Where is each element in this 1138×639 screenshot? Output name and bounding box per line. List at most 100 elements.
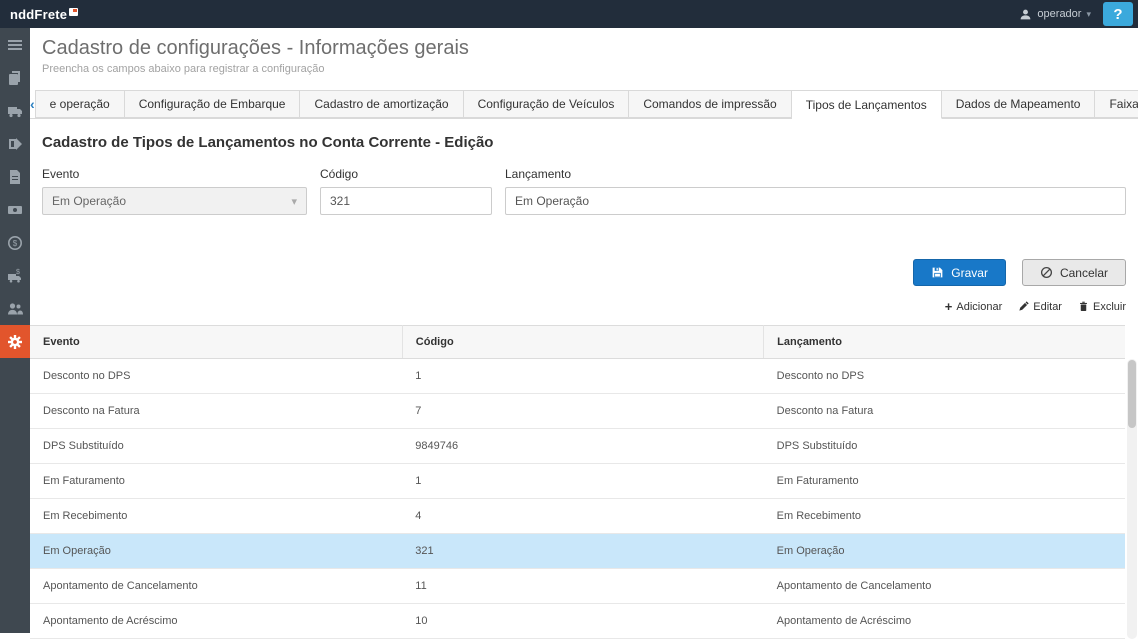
form-row: Evento Em Operação ▾ Código Lançamento (42, 167, 1126, 215)
sidebar-item-documents[interactable] (0, 61, 30, 94)
sidebar-item-users[interactable] (0, 292, 30, 325)
save-button-label: Gravar (951, 266, 988, 280)
sidebar: $ $ (0, 28, 30, 633)
cell-codigo: 10 (402, 604, 763, 639)
table-header-row: Evento Código Lançamento (30, 326, 1125, 359)
cell-evento: Em Recebimento (30, 499, 402, 534)
table-row[interactable]: Apontamento de Cancelamento 11 Apontamen… (30, 569, 1125, 604)
tab-comandos-de-impressao[interactable]: Comandos de impressão (629, 90, 791, 118)
tab-cadastro-de-amortizacao[interactable]: Cadastro de amortização (300, 90, 463, 118)
field-evento: Evento Em Operação ▾ (42, 167, 307, 215)
cell-lancamento: Apontamento de Cancelamento (764, 569, 1125, 604)
evento-select[interactable]: Em Operação ▾ (42, 187, 307, 215)
tab-configuracao-de-veiculos[interactable]: Configuração de Veículos (464, 90, 630, 118)
cell-codigo: 4 (402, 499, 763, 534)
cell-evento: Apontamento de Cancelamento (30, 569, 402, 604)
cell-evento: Em Operação (30, 534, 402, 569)
sidebar-item-settings[interactable] (0, 325, 30, 358)
cell-lancamento: Em Operação (764, 534, 1125, 569)
app-logo: nddFrete (0, 7, 78, 22)
table-row[interactable]: Apontamento de Acréscimo 10 Apontamento … (30, 604, 1125, 639)
table-row[interactable]: Desconto na Fatura 7 Desconto na Fatura (30, 394, 1125, 429)
table-row[interactable]: Em Faturamento 1 Em Faturamento (30, 464, 1125, 499)
table-wrap: Evento Código Lançamento Desconto no DPS… (30, 325, 1138, 639)
sidebar-item-freight-money[interactable]: $ (0, 259, 30, 292)
section-heading: Cadastro de Tipos de Lançamentos no Cont… (42, 134, 1126, 151)
page-title: Cadastro de configurações - Informações … (42, 37, 1138, 60)
cancel-icon (1040, 266, 1053, 279)
table-scrollbar-thumb[interactable] (1128, 360, 1136, 428)
save-icon (931, 266, 944, 279)
delete-row-button[interactable]: Excluir (1078, 301, 1126, 313)
cell-evento: Desconto na Fatura (30, 394, 402, 429)
save-button[interactable]: Gravar (913, 259, 1006, 286)
edit-row-button[interactable]: Editar (1018, 301, 1062, 313)
field-lancamento: Lançamento (505, 167, 1126, 215)
page-header: Cadastro de configurações - Informações … (30, 28, 1138, 75)
cell-codigo: 11 (402, 569, 763, 604)
cell-lancamento: Em Recebimento (764, 499, 1125, 534)
sidebar-item-export[interactable] (0, 127, 30, 160)
users-icon (7, 301, 23, 317)
sidebar-item-report[interactable] (0, 160, 30, 193)
cell-codigo: 7 (402, 394, 763, 429)
table-row[interactable]: Desconto no DPS 1 Desconto no DPS (30, 359, 1125, 394)
settings-gear-icon (7, 334, 23, 350)
add-row-label: Adicionar (956, 301, 1002, 313)
help-label: ? (1113, 6, 1122, 23)
tab-configuracao-de-embarque[interactable]: Configuração de Embarque (125, 90, 301, 118)
column-header-codigo[interactable]: Código (402, 326, 763, 359)
lancamento-input[interactable] (505, 187, 1126, 215)
svg-text:$: $ (16, 269, 20, 276)
sidebar-item-coin[interactable]: $ (0, 226, 30, 259)
tab-dados-de-mapeamento[interactable]: Dados de Mapeamento (942, 90, 1096, 118)
cell-evento: Desconto no DPS (30, 359, 402, 394)
coin-icon: $ (7, 235, 23, 251)
menu-icon (7, 37, 23, 53)
plus-icon: + (945, 300, 953, 313)
cell-codigo: 1 (402, 464, 763, 499)
tab-faixas-de-aging[interactable]: Faixas de Aging (1095, 90, 1138, 118)
table-row[interactable]: DPS Substituído 9849746 DPS Substituído (30, 429, 1125, 464)
codigo-label: Código (320, 167, 492, 181)
user-menu[interactable]: operador ▾ (1007, 0, 1103, 28)
export-icon (7, 136, 23, 152)
buttons-row: Gravar Cancelar (42, 259, 1126, 286)
table-scrollbar[interactable] (1127, 359, 1137, 639)
topbar-right: operador ▾ ? (1007, 0, 1138, 28)
sidebar-item-menu[interactable] (0, 28, 30, 61)
tab-label: Configuração de Veículos (478, 97, 615, 111)
cell-lancamento: Desconto no DPS (764, 359, 1125, 394)
tabstrip: ‹ e operação Configuração de Embarque Ca… (30, 90, 1138, 119)
table-row-selected[interactable]: Em Operação 321 Em Operação (30, 534, 1125, 569)
freight-money-icon: $ (7, 268, 23, 284)
help-button[interactable]: ? (1103, 2, 1133, 26)
add-row-button[interactable]: + Adicionar (945, 300, 1002, 313)
tab-label: e operação (50, 97, 110, 111)
column-header-evento[interactable]: Evento (30, 326, 402, 359)
cell-evento: Apontamento de Acréscimo (30, 604, 402, 639)
topbar: nddFrete operador ▾ ? (0, 0, 1138, 28)
cell-evento: DPS Substituído (30, 429, 402, 464)
sidebar-item-truck[interactable] (0, 94, 30, 127)
tab-label: Comandos de impressão (643, 97, 776, 111)
cell-codigo: 1 (402, 359, 763, 394)
tab-modos-de-operacao[interactable]: e operação (35, 90, 125, 118)
column-header-lancamento[interactable]: Lançamento (764, 326, 1125, 359)
truck-icon (7, 103, 23, 119)
user-icon (1019, 8, 1032, 21)
sidebar-item-banknote[interactable] (0, 193, 30, 226)
cancel-button[interactable]: Cancelar (1022, 259, 1126, 286)
trash-icon (1078, 301, 1089, 312)
tab-label: Configuração de Embarque (139, 97, 286, 111)
codigo-input[interactable] (320, 187, 492, 215)
lancamentos-table: Evento Código Lançamento Desconto no DPS… (30, 325, 1125, 639)
tab-label: Cadastro de amortização (314, 97, 448, 111)
user-caret-icon: ▾ (1086, 9, 1091, 20)
tab-tipos-de-lancamentos[interactable]: Tipos de Lançamentos (792, 90, 942, 119)
page-subtitle: Preencha os campos abaixo para registrar… (42, 63, 1138, 75)
tab-label: Tipos de Lançamentos (806, 98, 927, 112)
table-row[interactable]: Em Recebimento 4 Em Recebimento (30, 499, 1125, 534)
cell-codigo: 9849746 (402, 429, 763, 464)
tab-label: Dados de Mapeamento (956, 97, 1081, 111)
